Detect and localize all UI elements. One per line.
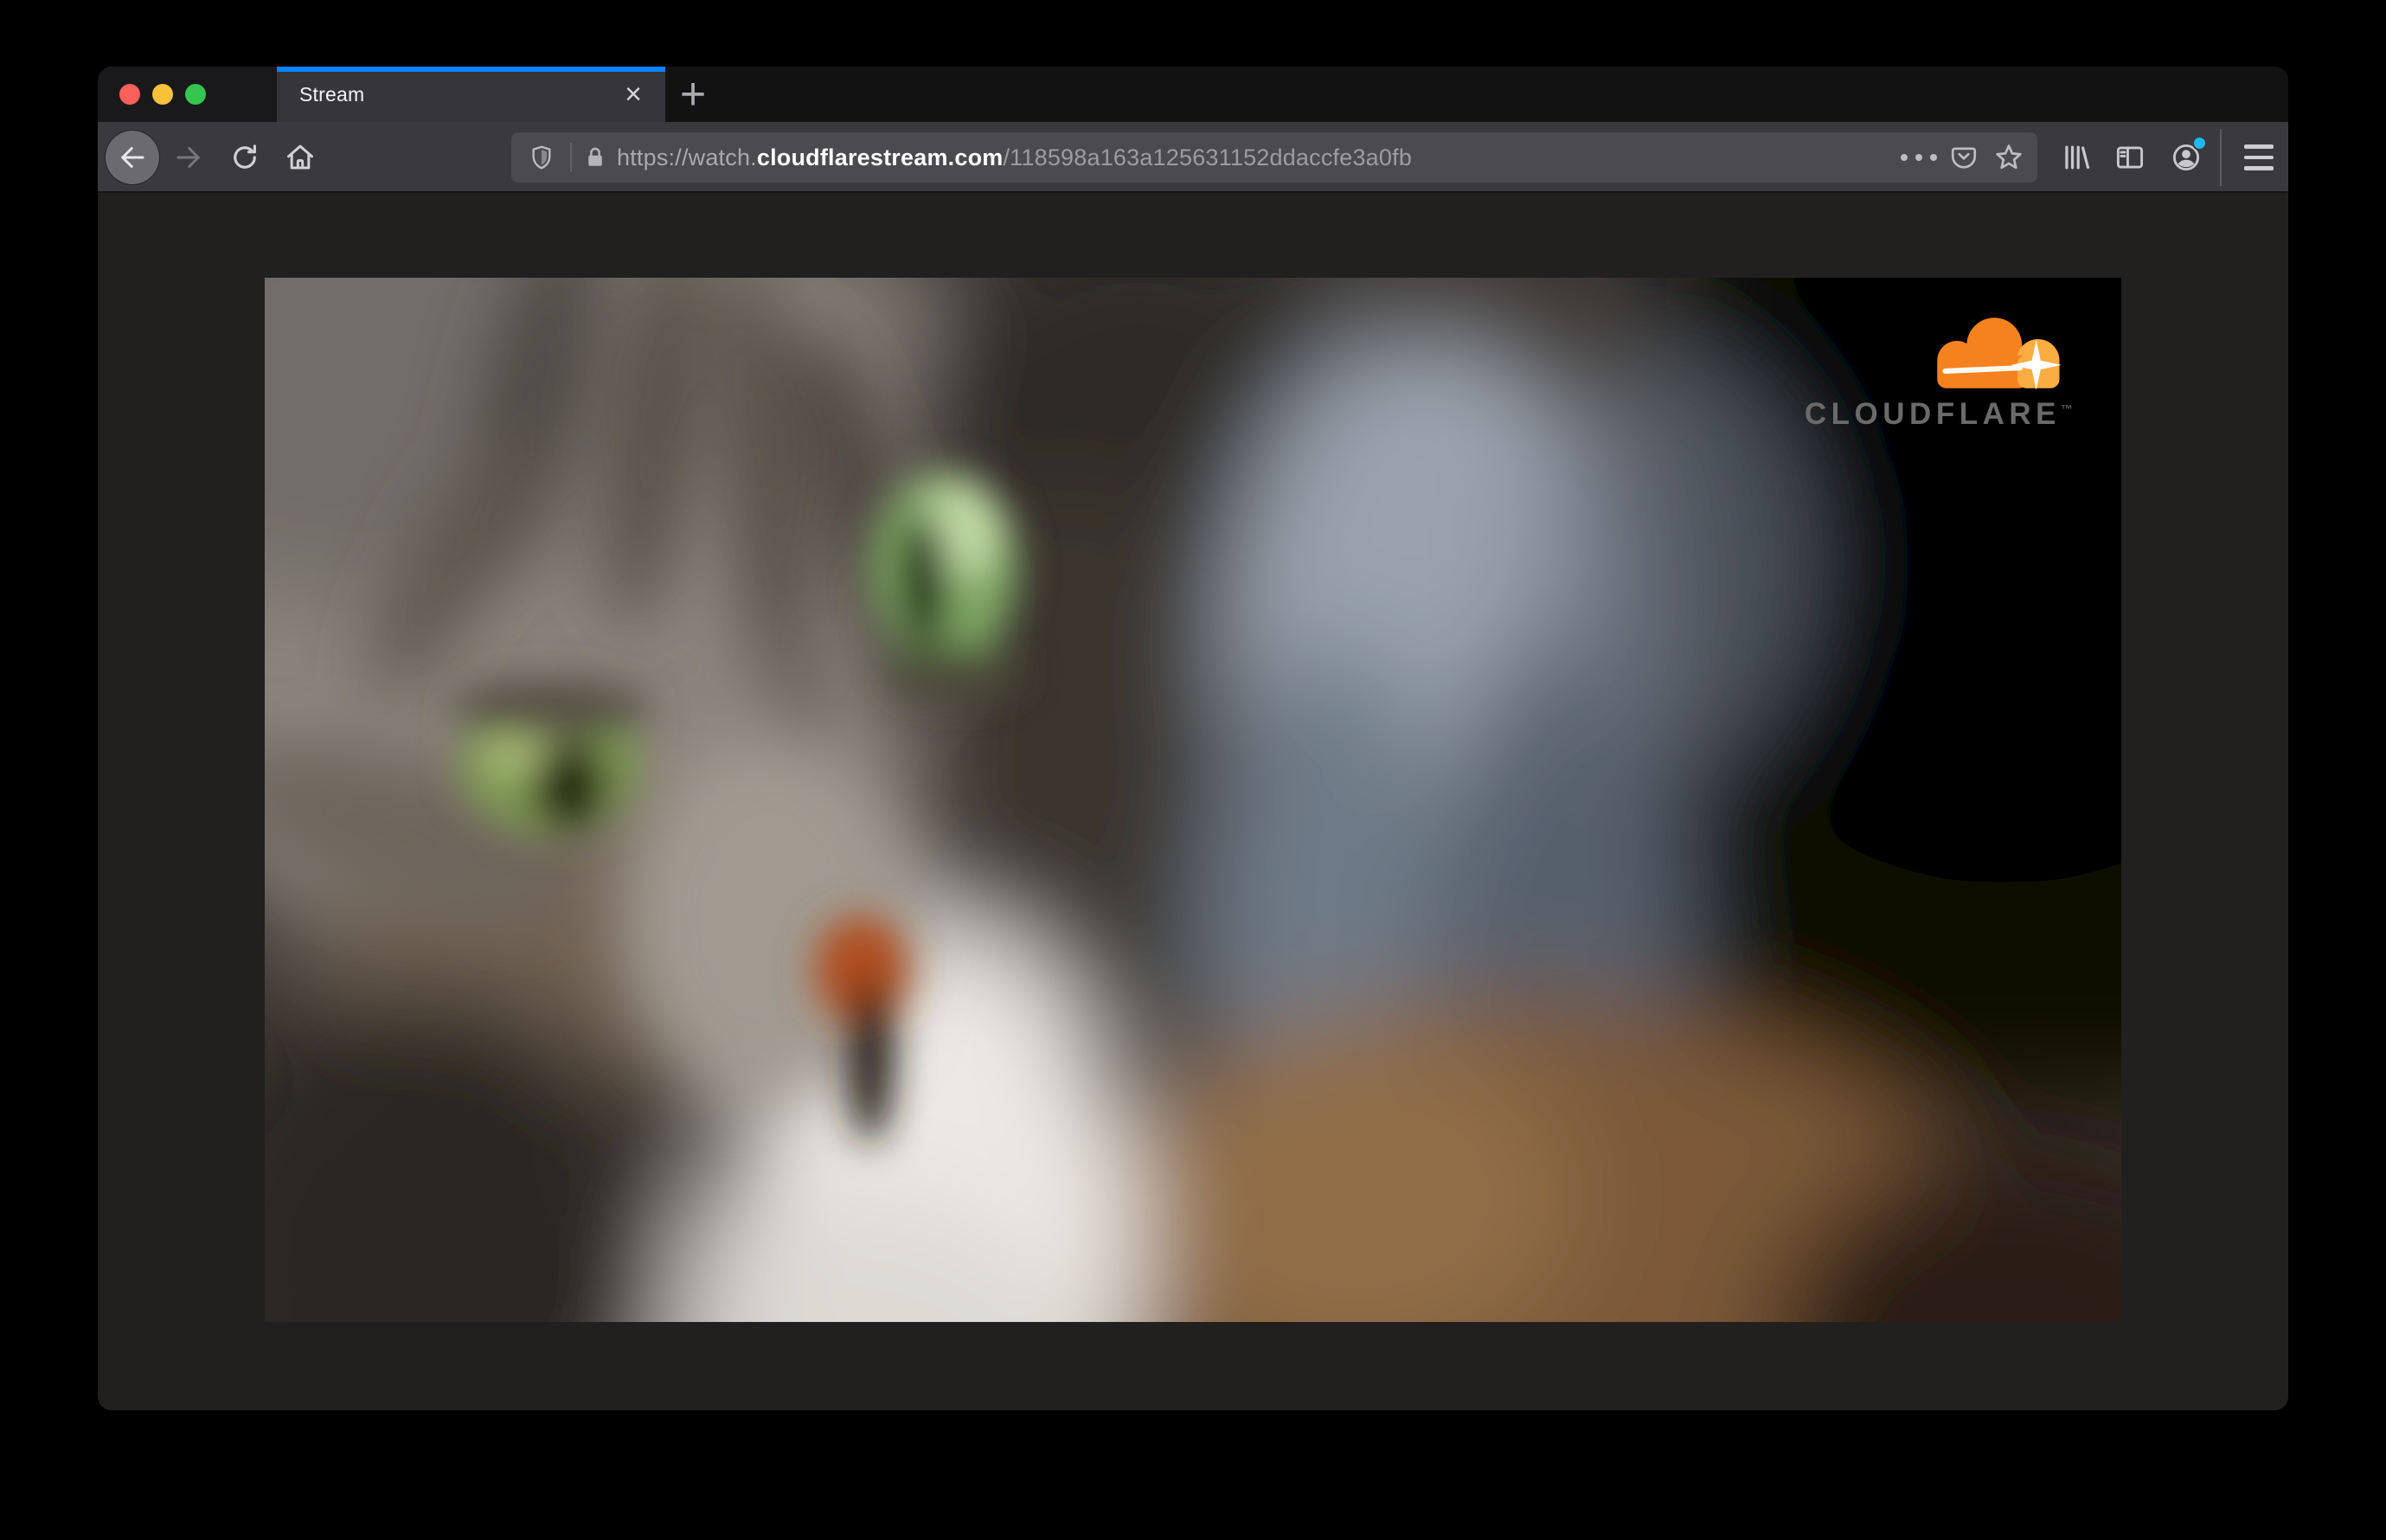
desktop-background: Stream × + https://watch.cloudflarestrea… [0,0,2386,1540]
sidebar-button[interactable] [2106,131,2154,184]
new-tab-button[interactable]: + [665,67,721,122]
tab-title: Stream [299,82,365,106]
zoom-window-icon[interactable] [185,84,206,105]
tab-close-icon[interactable]: × [615,76,651,112]
tracking-shield-icon [532,145,551,170]
toolbar-separator [2220,129,2222,186]
account-button[interactable] [2162,131,2210,184]
page-actions-button[interactable] [1899,138,1939,177]
library-icon [2065,145,2090,170]
video-frame-cat [265,278,2121,1322]
urlbar-separator [570,143,572,172]
lock-icon [588,147,602,166]
pocket-icon [1951,147,1977,169]
url-bar[interactable]: https://watch.cloudflarestream.com/11859… [511,132,2037,183]
video-player[interactable]: CLOUDFLARE™ [265,278,2121,1322]
tracking-protection-button[interactable] [522,138,561,177]
tab-bar: Stream × + [98,67,2288,122]
navigation-toolbar: https://watch.cloudflarestream.com/11859… [98,122,2288,193]
minimize-window-icon[interactable] [152,84,173,105]
tab-bar-empty-space: + [665,67,2288,122]
back-icon [121,147,144,168]
cloudflare-logo-text: CLOUDFLARE™ [1805,397,2073,432]
home-icon [287,144,313,170]
browser-window: Stream × + https://watch.cloudflarestrea… [98,67,2288,1410]
tab-stream[interactable]: Stream × [277,67,665,122]
back-button[interactable] [106,131,159,184]
library-button[interactable] [2052,131,2101,184]
reload-icon [234,144,256,169]
bookmark-star-icon [1996,144,2022,170]
brand-name: CLOUDFLARE [1804,397,2061,431]
pocket-button[interactable] [1944,138,1984,177]
macos-titlebar-controls [98,67,277,122]
reload-button[interactable] [221,131,269,184]
close-window-icon[interactable] [119,84,140,105]
url-display[interactable]: https://watch.cloudflarestream.com/11859… [617,144,1889,171]
sidebar-icon [2116,146,2144,169]
forward-button[interactable] [164,131,213,184]
cloudflare-cloud-icon [1937,318,2062,390]
url-scheme: https://watch. [617,144,757,170]
url-path: /118598a163a125631152ddaccfe3a0fb [1003,144,1413,170]
account-notification-dot [2192,136,2207,151]
menu-button[interactable] [2235,131,2283,184]
trademark-symbol: ™ [2061,401,2073,416]
url-domain: cloudflarestream.com [756,144,1004,170]
bookmark-button[interactable] [1989,138,2029,177]
cloudflare-watermark: CLOUDFLARE™ [1805,316,2073,432]
forward-icon [176,147,200,168]
menu-hamburger-icon [2244,144,2274,170]
urlbar-actions [1899,138,2029,177]
page-content: CLOUDFLARE™ [98,193,2288,1410]
home-button[interactable] [276,131,324,184]
page-actions-dots-icon [1901,154,1937,161]
